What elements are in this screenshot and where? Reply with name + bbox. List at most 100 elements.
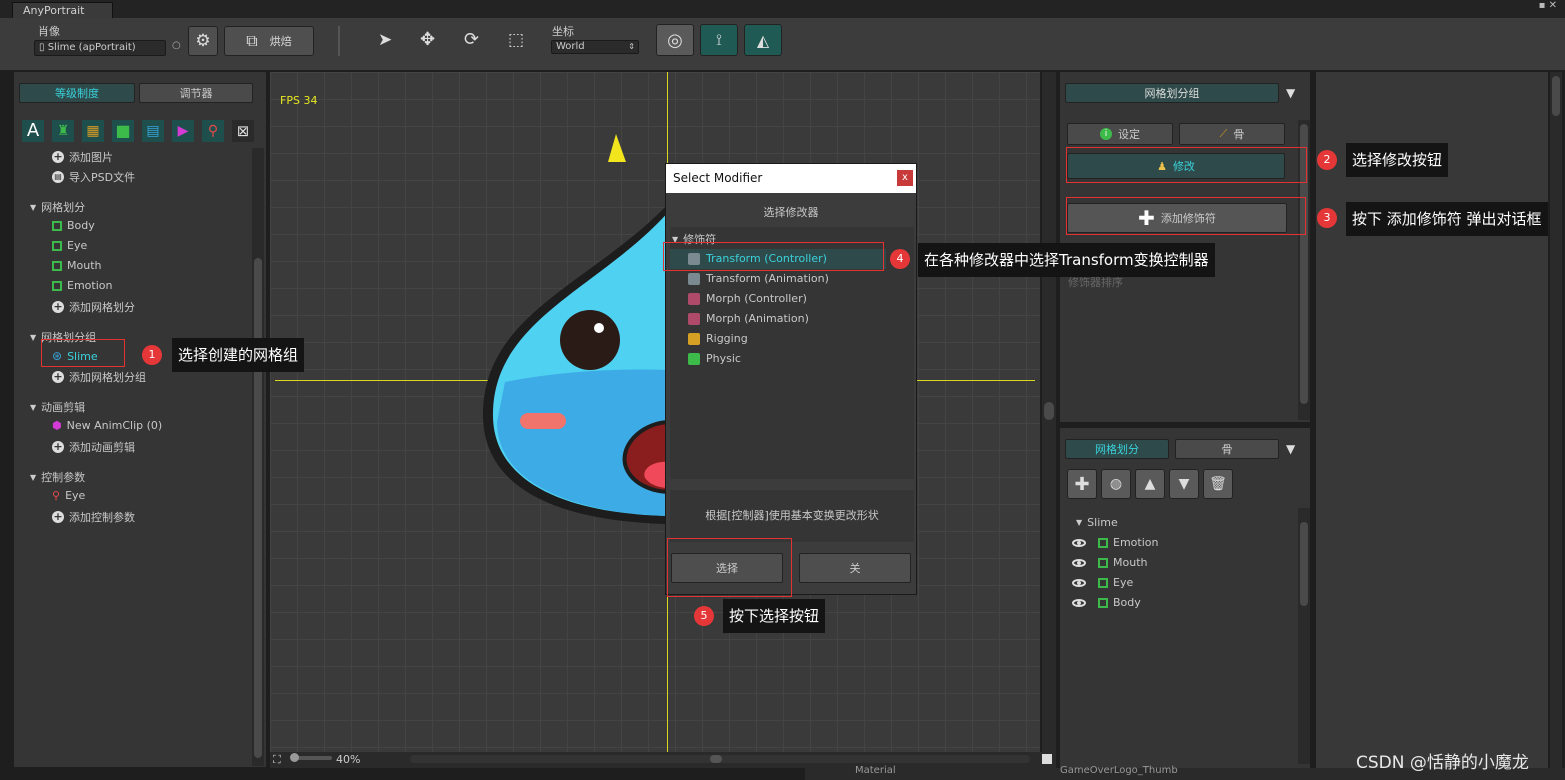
anim-item[interactable]: ⬢ New AnimClip (0): [52, 419, 162, 432]
meshgroup-tool-icon[interactable]: ▤: [142, 120, 164, 142]
viewport-canvas[interactable]: FPS 34: [270, 72, 1040, 752]
select-arrow-icon[interactable]: ➤: [378, 30, 392, 50]
dropdown-triangle-icon[interactable]: ▼: [1286, 86, 1295, 100]
mesh-item-eye[interactable]: Eye: [52, 239, 87, 252]
add-param-row[interactable]: + 添加控制参数: [52, 509, 135, 525]
hier-root-row[interactable]: ▼ Slime: [1076, 516, 1118, 529]
bone-icon: ⟋: [1219, 127, 1228, 140]
eye-icon[interactable]: [1072, 538, 1086, 547]
add-param-label: 添加控制参数: [69, 511, 135, 524]
add-image-label: 添加图片: [69, 151, 113, 164]
dropdown-triangle-icon[interactable]: ▼: [1286, 442, 1295, 456]
hier-row[interactable]: Emotion: [1072, 536, 1158, 549]
hier-label: Mouth: [1113, 556, 1148, 569]
onion-skin-button[interactable]: ◎: [656, 24, 694, 56]
import-psd-row[interactable]: ▤ 导入PSD文件: [52, 169, 135, 185]
param-tool-icon[interactable]: ⚲: [202, 120, 224, 142]
annotation-badge: 1: [142, 345, 162, 365]
square-icon[interactable]: [1042, 754, 1052, 764]
scroll-thumb[interactable]: [1044, 402, 1054, 420]
rotate-icon[interactable]: ⟳: [464, 29, 479, 50]
inspector-scrollbar[interactable]: [1550, 72, 1562, 768]
hier-row[interactable]: Mouth: [1072, 556, 1147, 569]
eye-icon[interactable]: [1072, 558, 1086, 567]
close-button[interactable]: 关: [799, 553, 911, 583]
move-icon[interactable]: ✥: [420, 29, 435, 50]
fit-icon[interactable]: ⛶: [273, 753, 281, 767]
text-tool-icon[interactable]: A: [22, 120, 44, 142]
portrait-select[interactable]: ▯ Slime (apPortrait): [34, 40, 166, 56]
modifier-item-physic[interactable]: Physic: [688, 352, 741, 365]
slime-horn: [608, 134, 626, 162]
param-item-eye[interactable]: ⚲ Eye: [52, 489, 85, 502]
mesh-item-mouth[interactable]: Mouth: [52, 259, 101, 272]
close-icon[interactable]: x: [897, 170, 913, 186]
scroll-thumb[interactable]: [1300, 522, 1308, 606]
scroll-thumb[interactable]: [1552, 76, 1560, 116]
delete-button[interactable]: 🗑: [1203, 469, 1233, 499]
import-psd-label: 导入PSD文件: [69, 171, 136, 184]
hierarchy-scrollbar[interactable]: [1298, 508, 1310, 764]
hier-label: Eye: [1113, 576, 1134, 589]
zoom-slider[interactable]: [290, 753, 332, 762]
move-down-button[interactable]: ▼: [1169, 469, 1199, 499]
add-anim-label: 添加动画剪辑: [69, 441, 135, 454]
eye-icon[interactable]: [1072, 598, 1086, 607]
slime-eye-highlight: [594, 323, 604, 333]
layer-button[interactable]: ◍: [1101, 469, 1131, 499]
modifier-label: Rigging: [706, 332, 748, 345]
mesh-item-body[interactable]: Body: [52, 219, 95, 232]
onion-icon: ◎: [667, 29, 683, 51]
add-image-row[interactable]: + 添加图片: [52, 149, 113, 165]
viewport-vscroll[interactable]: [1042, 72, 1056, 752]
highlight-select: [667, 538, 792, 597]
anyportrait-tab[interactable]: AnyPortrait: [12, 2, 114, 19]
anim-header[interactable]: ▼ 动画剪辑: [30, 399, 85, 415]
modifier-description: 根据[控制器]使用基本变换更改形状: [670, 490, 914, 542]
tab-meshes[interactable]: 网格划分: [1065, 439, 1169, 459]
character-tool-icon[interactable]: ♜: [52, 120, 74, 142]
add-meshgroup-row[interactable]: + 添加网格划分组: [52, 369, 146, 385]
modifier-item-morph-controller[interactable]: Morph (Controller): [688, 292, 807, 305]
scroll-thumb[interactable]: [710, 755, 722, 763]
anim-label: New AnimClip (0): [66, 419, 163, 432]
left-scrollbar[interactable]: [252, 148, 264, 766]
bake-label: 烘焙: [269, 35, 292, 48]
add-mesh-row[interactable]: + 添加网格划分: [52, 299, 135, 315]
material-label: Material: [855, 765, 896, 776]
close-all-icon[interactable]: ⊠: [232, 120, 254, 142]
animation-tool-icon[interactable]: ▶: [172, 120, 194, 142]
mesh-tool-icon[interactable]: ■: [112, 120, 134, 142]
meshes-header[interactable]: ▼ 网格划分: [30, 199, 85, 215]
info-icon: i: [1100, 128, 1112, 140]
tab-controller[interactable]: 调节器: [139, 83, 253, 103]
mesh-view-button[interactable]: ◭: [744, 24, 782, 56]
tab-bone[interactable]: ⟋ 骨: [1179, 123, 1285, 145]
coord-select[interactable]: World ⇕: [551, 40, 639, 54]
bake-button[interactable]: ⧉ 烘焙: [224, 26, 314, 56]
modifier-item-transform-animation[interactable]: Transform (Animation): [688, 272, 829, 285]
tab-settings[interactable]: i 设定: [1067, 123, 1173, 145]
eye-icon[interactable]: [1072, 578, 1086, 587]
add-child-button[interactable]: ✚: [1067, 469, 1097, 499]
viewport-hscroll[interactable]: [410, 755, 1030, 763]
bone-view-button[interactable]: ⟟: [700, 24, 738, 56]
modifier-item-morph-animation[interactable]: Morph (Animation): [688, 312, 809, 325]
params-header[interactable]: ▼ 控制参数: [30, 469, 85, 485]
mesh-item-emotion[interactable]: Emotion: [52, 279, 112, 292]
portrait-target-icon[interactable]: ○: [172, 40, 181, 51]
hier-row[interactable]: Body: [1072, 596, 1141, 609]
move-up-button[interactable]: ▲: [1135, 469, 1165, 499]
tab-bones[interactable]: 骨: [1175, 439, 1279, 459]
dialog-titlebar: Select Modifier x: [666, 164, 916, 193]
tab-hierarchy[interactable]: 等级制度: [19, 83, 135, 103]
hier-row[interactable]: Eye: [1072, 576, 1133, 589]
add-anim-row[interactable]: + 添加动画剪辑: [52, 439, 135, 455]
window-controls[interactable]: ▪ ✕: [1539, 0, 1557, 11]
settings-gear-button[interactable]: ⚙: [188, 26, 218, 56]
scroll-thumb[interactable]: [254, 258, 262, 758]
scale-icon[interactable]: ⬚: [508, 30, 524, 50]
image-tool-icon[interactable]: ▦: [82, 120, 104, 142]
mesh-icon: ◭: [756, 30, 770, 50]
modifier-item-rigging[interactable]: Rigging: [688, 332, 748, 345]
